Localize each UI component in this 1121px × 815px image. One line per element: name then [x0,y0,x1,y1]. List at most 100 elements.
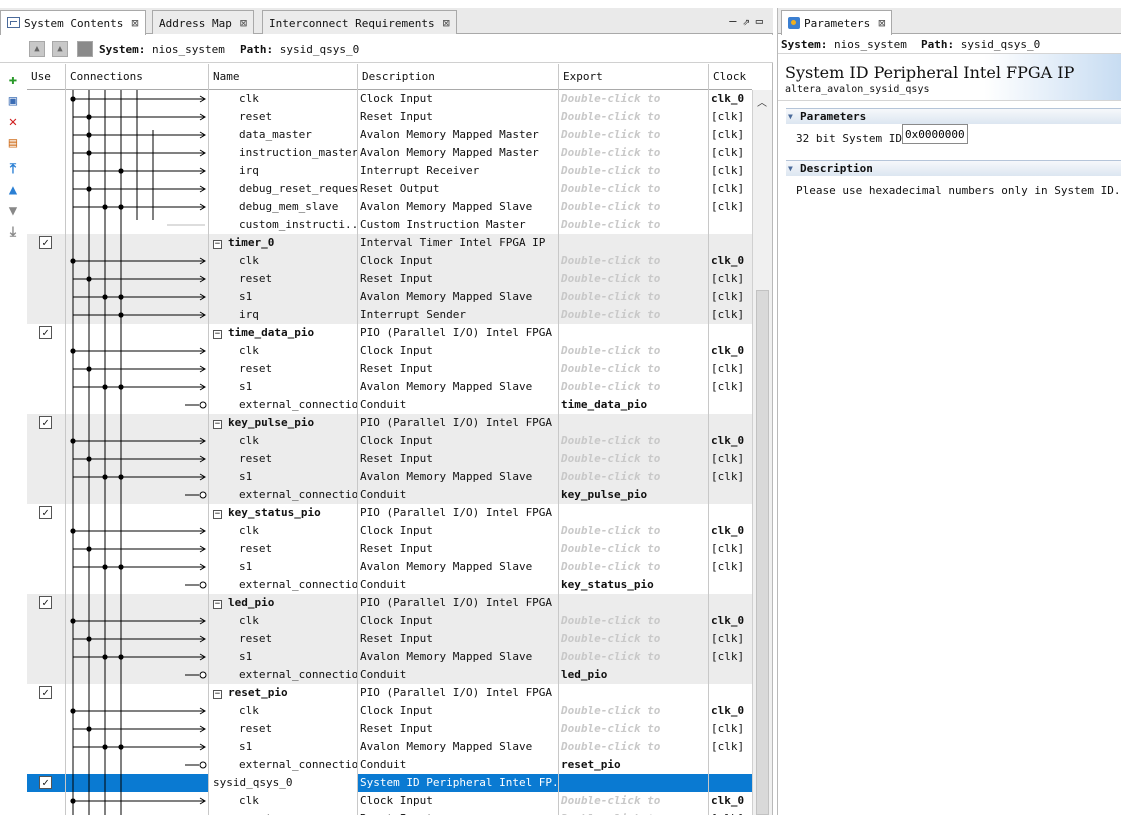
export-cell[interactable]: Double-click to [559,180,708,198]
component-name[interactable]: − reset_pio [209,684,357,702]
connection-dot[interactable] [102,654,108,660]
clock-cell[interactable] [709,396,752,414]
port-name[interactable]: clk [209,702,357,720]
port-name[interactable]: reset [209,720,357,738]
collapse-icon[interactable]: − [213,420,222,429]
connection-dot[interactable] [70,798,76,804]
column-use[interactable]: Use [27,64,66,90]
export-cell[interactable] [559,324,708,342]
connection-dot[interactable] [86,186,92,192]
export-cell[interactable]: Double-click to [559,792,708,810]
port-name[interactable]: reset [209,630,357,648]
component-name[interactable]: − timer_0 [209,234,357,252]
port-name[interactable]: external_connection [209,486,357,504]
connection-dot[interactable] [102,744,108,750]
port-name[interactable]: custom_instructi... [209,216,357,234]
conduit-port-icon[interactable] [199,671,207,679]
column-clock[interactable]: Clock [709,64,752,90]
clock-cell[interactable] [709,774,752,792]
export-cell[interactable] [559,594,708,612]
tab-address-map[interactable]: Address Map ⊠ [152,10,255,34]
system-id-input[interactable] [902,124,968,144]
clock-cell[interactable]: clk_0 [709,342,752,360]
connection-dot[interactable] [118,294,124,300]
clock-cell[interactable]: [clk] [709,126,752,144]
clock-cell[interactable]: [clk] [709,270,752,288]
export-cell[interactable]: Double-click to [559,648,708,666]
port-name[interactable]: reset [209,450,357,468]
port-name[interactable]: irq [209,306,357,324]
clock-cell[interactable]: clk_0 [709,252,752,270]
collapse-icon[interactable]: − [213,510,222,519]
move-down-icon[interactable]: ▼ [5,203,21,219]
clock-cell[interactable]: [clk] [709,810,752,815]
connection-dot[interactable] [70,708,76,714]
column-export[interactable]: Export [559,64,709,90]
connection-dot[interactable] [86,546,92,552]
export-cell[interactable]: Double-click to [559,198,708,216]
port-name[interactable]: clk [209,612,357,630]
clock-cell[interactable]: [clk] [709,648,752,666]
export-cell[interactable]: Double-click to [559,270,708,288]
port-name[interactable]: clk [209,432,357,450]
clock-cell[interactable]: [clk] [709,720,752,738]
port-name[interactable]: s1 [209,378,357,396]
export-cell[interactable] [559,234,708,252]
connection-dot[interactable] [70,528,76,534]
export-cell[interactable]: Double-click to [559,252,708,270]
port-name[interactable]: reset [209,810,357,815]
collapse-icon[interactable]: − [213,240,222,249]
scroll-up-icon[interactable]: ︿ [757,94,767,109]
add-icon[interactable]: ✚ [5,72,21,88]
port-name[interactable]: data_master [209,126,357,144]
port-name[interactable]: debug_mem_slave [209,198,357,216]
clock-cell[interactable]: [clk] [709,630,752,648]
clock-cell[interactable]: clk_0 [709,522,752,540]
port-name[interactable]: reset [209,360,357,378]
connection-dot[interactable] [70,618,76,624]
clock-cell[interactable]: [clk] [709,306,752,324]
connection-dot[interactable] [86,726,92,732]
conduit-port-icon[interactable] [199,491,207,499]
clock-cell[interactable]: [clk] [709,162,752,180]
port-name[interactable]: reset [209,270,357,288]
port-name[interactable]: clk [209,792,357,810]
port-name[interactable]: s1 [209,558,357,576]
minimize-icon[interactable]: – [729,14,742,28]
close-icon[interactable]: ⊠ [443,16,450,30]
clock-cell[interactable]: [clk] [709,468,752,486]
component-name[interactable]: − key_pulse_pio [209,414,357,432]
connection-dot[interactable] [86,636,92,642]
column-description[interactable]: Description [358,64,559,90]
export-cell[interactable]: Double-click to [559,342,708,360]
tab-system-contents[interactable]: System Contents ⊠ [0,10,146,35]
export-cell[interactable]: reset_pio [559,756,708,774]
clock-cell[interactable] [709,594,752,612]
component-name[interactable]: sysid_qsys_0 [209,774,357,792]
move-up-button[interactable]: ▲ [52,41,68,57]
clock-cell[interactable] [709,216,752,234]
export-cell[interactable]: Double-click to [559,288,708,306]
collapse-icon[interactable]: − [213,330,222,339]
connections-graph[interactable] [27,90,208,815]
port-name[interactable]: instruction_master [209,144,357,162]
connection-dot[interactable] [118,744,124,750]
clock-cell[interactable]: clk_0 [709,432,752,450]
export-cell[interactable]: Double-click to [559,558,708,576]
export-cell[interactable]: Double-click to [559,630,708,648]
connection-dot[interactable] [86,150,92,156]
clock-cell[interactable] [709,234,752,252]
maximize-icon[interactable]: ▭ [756,14,769,28]
clock-cell[interactable]: [clk] [709,180,752,198]
move-up-icon[interactable]: ▲ [5,182,21,198]
tab-parameters[interactable]: Parameters ⊠ [781,10,893,35]
edit-icon[interactable]: ▤ [5,135,21,151]
clock-cell[interactable]: [clk] [709,558,752,576]
component-name[interactable]: − led_pio [209,594,357,612]
connection-dot[interactable] [118,384,124,390]
description-section-header[interactable]: Description [786,160,1121,176]
port-name[interactable]: s1 [209,648,357,666]
port-name[interactable]: clk [209,522,357,540]
connection-dot[interactable] [118,168,124,174]
conduit-port-icon[interactable] [199,401,207,409]
